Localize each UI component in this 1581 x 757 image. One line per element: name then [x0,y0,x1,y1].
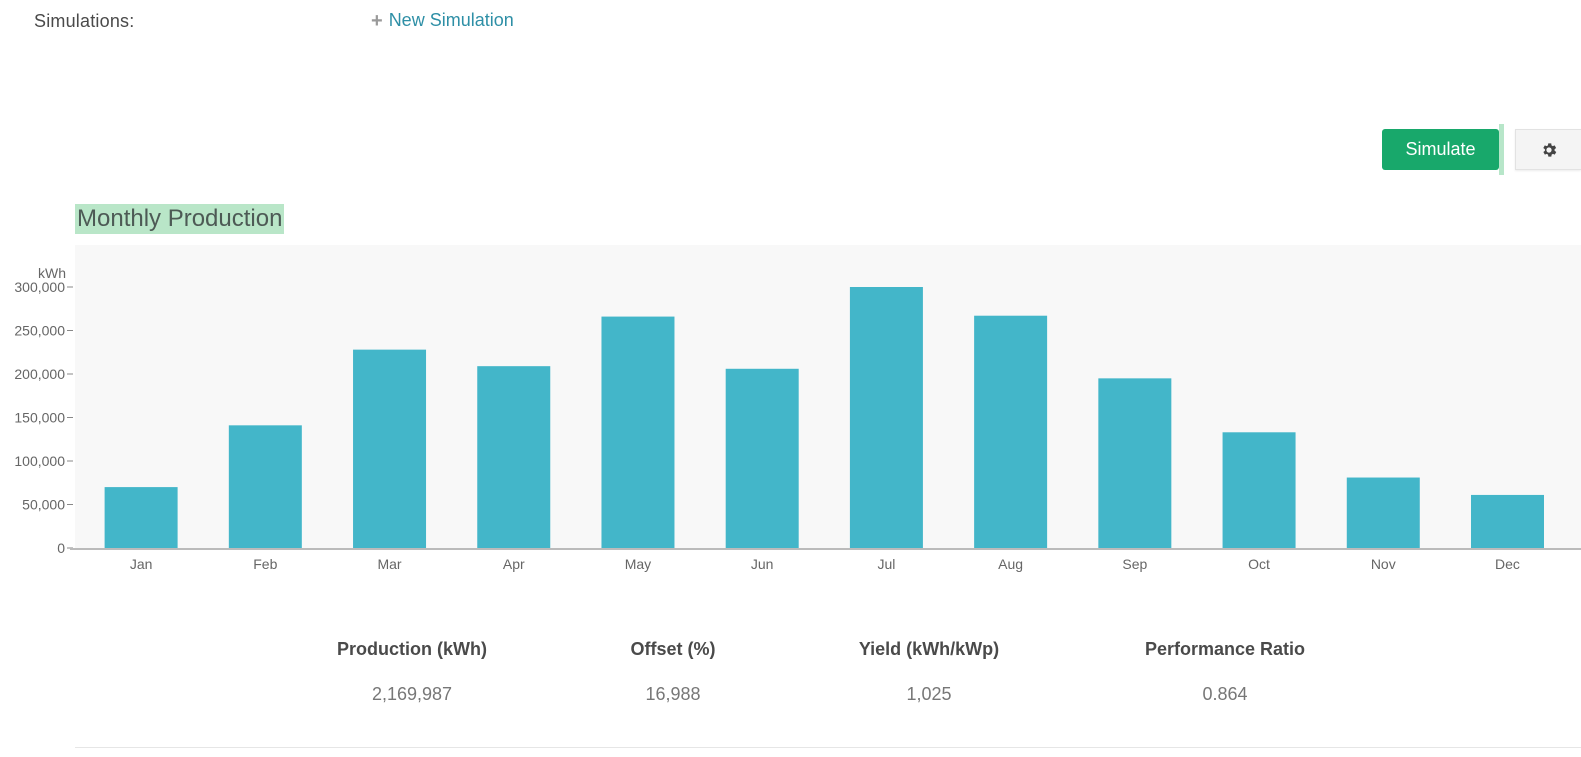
new-simulation-label: New Simulation [388,10,514,30]
y-tick-label: 150,000 [14,410,65,426]
bar-sep [1098,378,1172,548]
y-tick-label: 100,000 [14,453,65,469]
simulate-button[interactable]: Simulate [1382,129,1499,170]
simulate-button-accent [1499,124,1504,175]
stat-header-offset: Offset (%) [630,639,716,659]
settings-button[interactable] [1515,129,1581,170]
divider [75,747,1581,748]
plus-icon: + [371,9,383,32]
x-tick-label: Nov [1371,556,1396,572]
y-tick-label: 200,000 [14,366,65,382]
y-tick-label: 300,000 [14,279,65,295]
bar-apr [477,366,551,548]
bar-jun [725,368,799,548]
x-tick-label: Mar [377,556,401,572]
x-tick-label: Apr [503,556,525,572]
bar-jul [849,287,923,548]
y-tick-label: 250,000 [14,323,65,339]
bar-may [601,316,675,548]
bar-dec [1470,494,1544,548]
bar-mar [353,349,427,548]
summary-stats: Production (kWh) 2,169,987 Offset (%) 16… [0,630,1581,730]
stat-header-performance-ratio: Performance Ratio [1144,639,1306,659]
x-tick-label: Dec [1495,556,1520,572]
chart-svg: 0 50,000 100,000 150,000 200,000 250,000 300,0… [14,245,1581,572]
bar-oct [1222,432,1296,548]
x-tick-label: Feb [253,556,277,572]
stat-value-performance-ratio: 0.864 [1202,684,1248,704]
x-tick-label: Jun [751,556,774,572]
bar-feb [228,425,302,548]
x-tick-label: Oct [1248,556,1270,572]
stat-value-yield: 1,025 [906,684,952,704]
x-tick-label: Aug [998,556,1023,572]
stat-header-production: Production (kWh) [337,639,487,659]
stat-value-offset: 16,988 [645,684,701,704]
x-tick-label: Sep [1122,556,1147,572]
y-tick-label: 0 [57,540,65,556]
stat-value-production: 2,169,987 [371,684,453,704]
monthly-production-chart: 0 50,000 100,000 150,000 200,000 250,000 300,0… [0,245,1581,585]
x-tick-label: May [625,556,651,572]
x-tick-label: Jan [130,556,153,572]
simulations-label: Simulations: [34,11,135,31]
gear-icon [1542,142,1556,157]
new-simulation-link[interactable]: + New Simulation [371,10,514,31]
y-axis-unit-label: kWh [38,265,66,281]
stat-header-yield: Yield (kWh/kWp) [858,639,1000,659]
x-tick-label: Jul [877,556,895,572]
bar-jan [104,487,178,548]
bar-aug [974,315,1048,548]
bar-nov [1346,477,1420,548]
chart-title: Monthly Production [75,204,285,234]
y-tick-label: 50,000 [22,497,65,513]
